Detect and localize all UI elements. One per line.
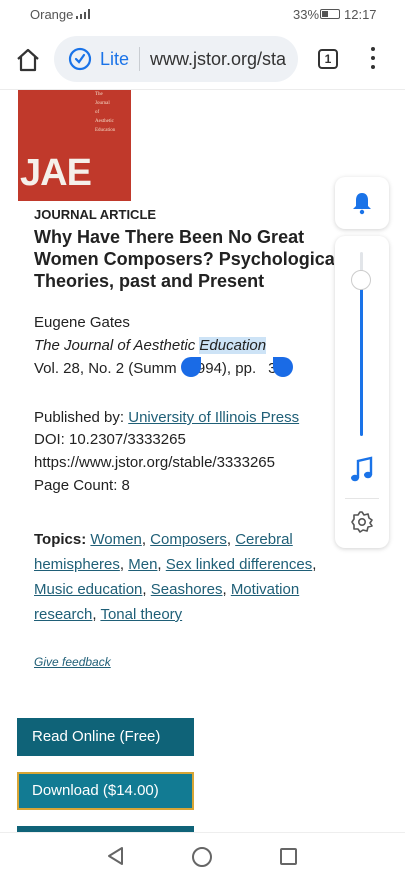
lite-speed-icon [68, 47, 92, 71]
volume-widget [335, 236, 389, 548]
volume-slider-fill[interactable] [360, 279, 363, 436]
bell-icon[interactable] [350, 191, 374, 215]
published-by: Published by: University of Illinois Pre… [34, 409, 300, 426]
content-type-label: JOURNAL ARTICLE [34, 207, 157, 222]
status-bar: Orange 33% 12:17 [0, 0, 405, 28]
menu-dots-icon[interactable] [365, 47, 381, 71]
volume-slider-thumb[interactable] [351, 269, 371, 290]
publisher-link[interactable]: University of Illinois Press [128, 409, 299, 426]
address-bar[interactable]: Lite www.jstor.org/stable/3333265 [54, 36, 298, 82]
journal-cover-image[interactable]: The Journal of Aesthetic Education JAE [18, 90, 131, 201]
topic-link[interactable]: Sex linked differences [166, 556, 312, 573]
topic-link[interactable]: Seashores [151, 581, 223, 598]
topic-link[interactable]: Composers [150, 531, 227, 548]
clock: 12:17 [344, 7, 377, 22]
gear-icon[interactable] [350, 510, 374, 534]
topic-link[interactable]: Women [90, 531, 141, 548]
signal-icon [76, 9, 90, 19]
widget-divider [345, 498, 379, 499]
address-divider [139, 47, 140, 71]
carrier-name: Orange [30, 7, 74, 22]
battery-icon [320, 9, 340, 19]
selection-end-handle[interactable] [273, 357, 293, 377]
volume-info: Vol. 28, No. 2 (Summ1994), pp.34 [34, 360, 285, 377]
stable-url: https://www.jstor.org/stable/3333265 [34, 454, 275, 471]
topic-link[interactable]: Music education [34, 581, 142, 598]
journal-name: The Journal of Aesthetic Education [34, 337, 267, 354]
selected-text: Education [199, 337, 267, 354]
home-circle-icon[interactable] [192, 847, 212, 867]
browser-toolbar: Lite www.jstor.org/stable/3333265 1 [0, 28, 405, 90]
cover-small-text: The Journal of Aesthetic Education [95, 92, 116, 133]
system-nav-bar [0, 832, 405, 878]
music-note-icon[interactable] [349, 456, 375, 484]
topics-label: Topics: [34, 531, 87, 548]
lite-mode-label[interactable]: Lite [100, 49, 129, 70]
home-icon[interactable] [14, 46, 42, 74]
read-online-button[interactable]: Read Online (Free) [17, 718, 194, 756]
recent-apps-icon[interactable] [280, 848, 297, 865]
selection-start-handle[interactable] [181, 357, 201, 377]
notification-widget[interactable] [335, 177, 389, 229]
url-text[interactable]: www.jstor.org/stable/3333265 [150, 49, 286, 70]
topic-link[interactable]: Tonal theory [100, 606, 182, 623]
topics-list: Topics: Women, Composers, Cerebral hemis… [34, 531, 317, 623]
topic-link[interactable]: Men [128, 556, 157, 573]
page-count: Page Count: 8 [34, 477, 130, 494]
article-title: Why Have There Been No Great Women Compo… [34, 227, 334, 291]
doi-text: DOI: 10.2307/3333265 [34, 431, 186, 448]
tab-switcher-button[interactable]: 1 [318, 49, 338, 69]
cover-letters: JAE [20, 152, 92, 194]
give-feedback-link[interactable]: Give feedback [34, 655, 111, 669]
battery-percent: 33% [293, 7, 320, 22]
download-button[interactable]: Download ($14.00) [17, 772, 194, 810]
author-name: Eugene Gates [34, 314, 130, 331]
back-icon[interactable] [106, 846, 126, 866]
